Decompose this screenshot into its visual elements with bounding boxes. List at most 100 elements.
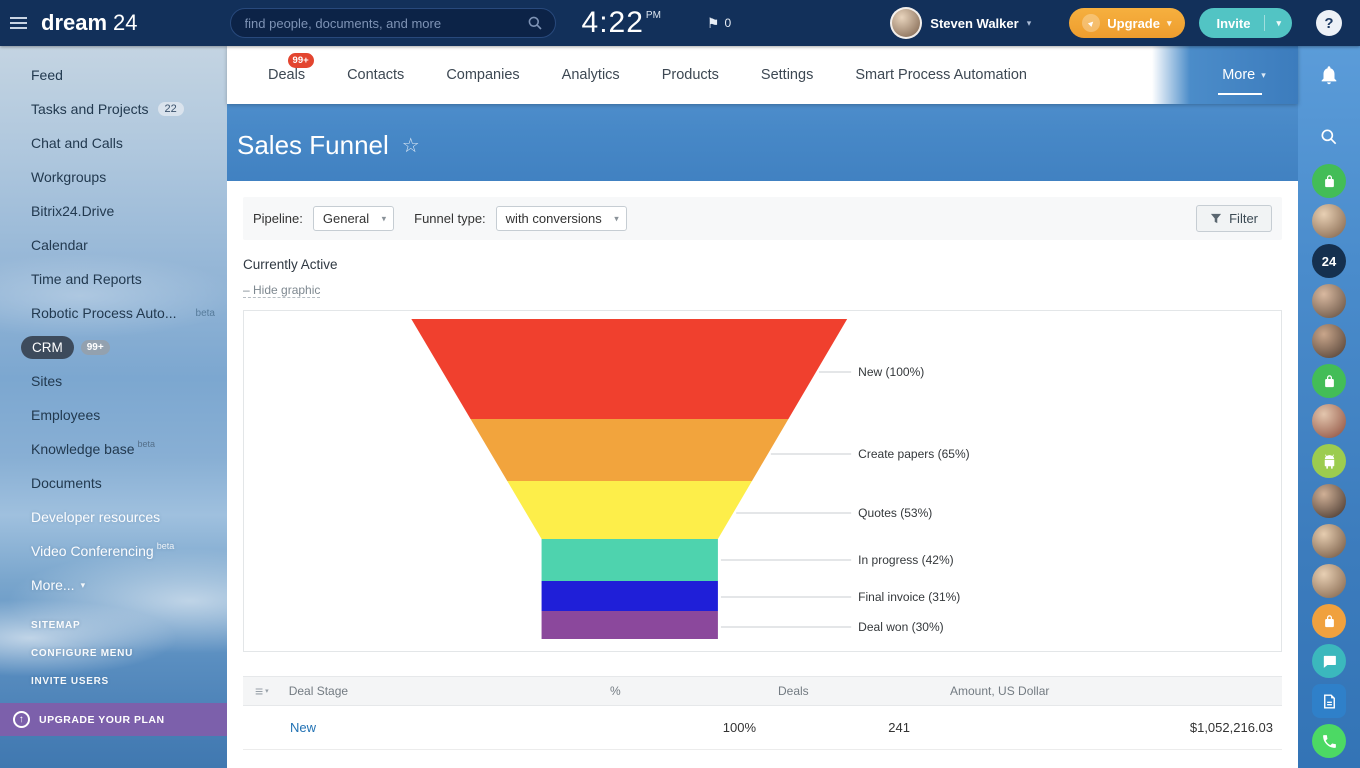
tab-deals[interactable]: 99+Deals [247,46,326,104]
phone-icon[interactable] [1312,724,1346,758]
sidebar-item-documents[interactable]: Documents [0,466,227,500]
help-button[interactable]: ? [1316,10,1342,36]
avatar[interactable] [1312,204,1346,238]
sidebar: FeedTasks and Projects22Chat and CallsWo… [0,46,227,768]
tab-label: Contacts [347,67,404,83]
tab-badge: 99+ [288,53,314,68]
sidebar-item-label: Video Conferencing [31,543,154,559]
avatar[interactable] [1312,324,1346,358]
header-percent: % [580,684,770,698]
funnel-segment-in-progress[interactable] [542,539,718,581]
hide-graphic-link[interactable]: – Hide graphic [243,283,320,298]
tab-products[interactable]: Products [641,46,740,104]
sidebar-item-video-conferencing[interactable]: Video Conferencingbeta [0,534,227,568]
funnel-segment-create-papers[interactable] [471,419,789,481]
sidebar-item-workgroups[interactable]: Workgroups [0,160,227,194]
funnel-label-final-invoice: Final invoice (31%) [858,590,960,604]
upgrade-plan-label: UPGRADE YOUR PLAN [39,714,165,726]
sidebar-footer-invite-users[interactable]: INVITE USERS [31,676,133,687]
avatar[interactable] [1312,284,1346,318]
sidebar-item-chat-and-calls[interactable]: Chat and Calls [0,126,227,160]
sidebar-item-tasks-and-projects[interactable]: Tasks and Projects22 [0,92,227,126]
sidebar-item-sites[interactable]: Sites [0,364,227,398]
clock-meridiem: PM [646,10,661,21]
beta-tag: beta [196,308,215,319]
sidebar-item-employees[interactable]: Employees [0,398,227,432]
sidebar-item-more[interactable]: More...▾ [0,568,227,602]
lock-icon[interactable] [1312,364,1346,398]
sidebar-footer-sitemap[interactable]: SITEMAP [31,620,133,631]
export-icon[interactable] [1312,684,1346,718]
menu-icon[interactable] [8,13,29,33]
sidebar-item-label: Documents [31,475,102,491]
sidebar-item-label: Knowledge base [31,441,135,457]
sidebar-item-crm[interactable]: CRM99+ [0,330,227,364]
user-menu[interactable]: Steven Walker ▾ [890,7,1031,39]
funnel-svg: New (100%)Create papers (65%)Quotes (53%… [244,311,1281,651]
bitrix24-badge[interactable]: 24 [1312,244,1346,278]
tab-more[interactable]: More ▾ [1190,46,1298,104]
avatar[interactable] [1312,484,1346,518]
funnel-label-deal-won: Deal won (30%) [858,620,943,634]
funnel-label-in-progress: In progress (42%) [858,553,953,567]
shell: FeedTasks and Projects22Chat and CallsWo… [0,46,1360,768]
header-amount: Amount, US Dollar [920,684,1282,698]
sidebar-item-label: Developer resources [31,509,160,525]
global-search[interactable] [230,8,556,38]
section-head: Currently Active – Hide graphic [243,240,1282,299]
sidebar-item-time-and-reports[interactable]: Time and Reports [0,262,227,296]
funnel-segment-new[interactable] [411,319,847,419]
chat-icon[interactable] [1312,644,1346,678]
sidebar-item-bitrix24-drive[interactable]: Bitrix24.Drive [0,194,227,228]
deal-stage-table: ≡▾ Deal Stage % Deals Amount, US Dollar … [243,676,1282,750]
android-icon[interactable] [1312,444,1346,478]
avatar[interactable] [1312,564,1346,598]
funnel-segment-deal-won[interactable] [542,611,718,639]
upgrade-plan-button[interactable]: ↑ UPGRADE YOUR PLAN [0,703,227,736]
logo[interactable]: dream24 [41,10,138,36]
invite-button[interactable]: Invite ▾ [1199,8,1293,38]
stage-link[interactable]: New [290,720,316,735]
tab-settings[interactable]: Settings [740,46,834,104]
filter-button[interactable]: Filter [1196,205,1272,232]
bell-icon[interactable] [1312,58,1346,92]
invite-label: Invite [1217,16,1251,31]
search-icon[interactable] [1312,120,1346,154]
lock-icon[interactable] [1312,604,1346,638]
sidebar-item-feed[interactable]: Feed [0,58,227,92]
sidebar-item-knowledge-base[interactable]: Knowledge basebeta [0,432,227,466]
table-settings-icon[interactable]: ≡▾ [255,683,269,699]
cell-deals: 241 [770,720,920,735]
sidebar-item-developer-resources[interactable]: Developer resources [0,500,227,534]
upgrade-button[interactable]: ▸ Upgrade ▾ [1069,8,1184,38]
sidebar-item-calendar[interactable]: Calendar [0,228,227,262]
avatar[interactable] [1312,404,1346,438]
funnel-segment-final-invoice[interactable] [542,581,718,611]
flag-icon: ⚑ [707,15,720,32]
funnel-segment-quotes[interactable] [507,481,752,539]
funnel-type-label: Funnel type: [414,211,486,226]
search-icon[interactable] [527,15,543,31]
lock-icon[interactable] [1312,164,1346,198]
sidebar-footer-configure-menu[interactable]: CONFIGURE MENU [31,648,133,659]
avatar[interactable] [1312,524,1346,558]
tab-analytics[interactable]: Analytics [541,46,641,104]
pipeline-select[interactable]: General▾ [313,206,394,231]
table-header: ≡▾ Deal Stage % Deals Amount, US Dollar [243,676,1282,706]
favorite-star-icon[interactable]: ☆ [402,133,420,158]
tab-companies[interactable]: Companies [425,46,540,104]
logo-brand: dream [41,10,107,35]
header-deals: Deals [770,684,920,698]
tab-smart-process-automation[interactable]: Smart Process Automation [834,46,1048,104]
chevron-down-icon: ▾ [81,580,86,591]
table-row: New100%241$1,052,216.03 [243,706,1282,750]
tab-contacts[interactable]: Contacts [326,46,425,104]
sidebar-item-robotic-process-auto[interactable]: Robotic Process Auto...beta [0,296,227,330]
funnel-type-select[interactable]: with conversions▾ [496,206,627,231]
tabs: 99+Deals Contacts CompaniesAnalyticsProduc… [247,46,1048,104]
title-row: Sales Funnel ☆ [227,104,1298,181]
cell-stage: New [243,720,580,735]
clock[interactable]: 4:22 PM [582,7,661,39]
notifications-flag[interactable]: ⚑ 0 [707,15,731,32]
search-input[interactable] [243,15,527,32]
